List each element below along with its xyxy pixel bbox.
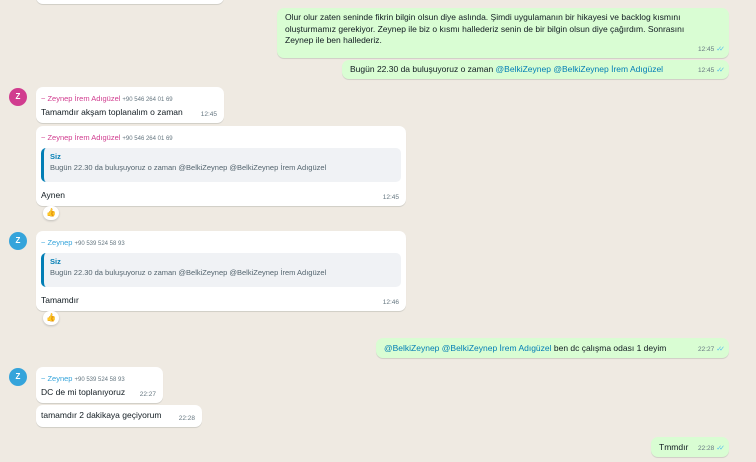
- message-time: 12:46: [382, 298, 399, 306]
- message-text: Tamamdır: [41, 295, 79, 305]
- message-text-line: oluşturmamız gerekiyor. Zeynep ile biz o…: [285, 23, 685, 34]
- message-text: Tmmdır: [659, 442, 689, 452]
- message-time: 22:28: [178, 414, 195, 422]
- message-meta: 12:45 ✓✓: [697, 44, 725, 56]
- message-meta: 12:45 ✓✓: [697, 65, 725, 77]
- double-check-read-icon: ✓✓: [716, 66, 725, 74]
- quoted-text: Bugün 22.30 da buluşuyoruz o zaman @Belk…: [50, 163, 327, 172]
- message-bubble-partial: [36, 0, 224, 4]
- mention-link[interactable]: @BelkiZeynep İrem Adıgüzel: [442, 343, 552, 353]
- double-check-read-icon: ✓✓: [716, 444, 725, 452]
- sender-phone: +90 546 264 01 69: [122, 97, 173, 103]
- sender-phone: +90 546 264 01 69: [122, 136, 173, 142]
- sender-name: ~ Zeynep: [41, 374, 73, 383]
- message-bubble-outgoing[interactable]: Tmmdır 22:28 ✓✓: [651, 437, 729, 457]
- quoted-message[interactable]: Siz Bugün 22.30 da buluşuyoruz o zaman @…: [41, 148, 401, 182]
- message-time: 22:27: [697, 345, 715, 353]
- message-time: 22:27: [139, 390, 156, 398]
- message-bubble-incoming[interactable]: ~ Zeynep İrem Adıgüzel +90 546 264 01 69 …: [36, 126, 406, 206]
- avatar[interactable]: Z: [9, 232, 27, 250]
- message-bubble-incoming[interactable]: ~ Zeynep İrem Adıgüzel +90 546 264 01 69 …: [36, 87, 224, 123]
- message-bubble-incoming[interactable]: ~ Zeynep +90 539 524 58 93 Siz Bugün 22.3…: [36, 231, 406, 311]
- reaction-badge[interactable]: 👍: [43, 206, 59, 220]
- message-text-line: Olur olur zaten seninde fikrin bilgin ol…: [285, 12, 681, 22]
- message-time: 22:28: [697, 444, 715, 452]
- sender-name: ~ Zeynep İrem Adıgüzel: [41, 133, 121, 142]
- message-bubble-incoming[interactable]: tamamdır 2 dakikaya geçiyorum 22:28: [36, 405, 202, 427]
- message-sender[interactable]: ~ Zeynep +90 539 524 58 93: [41, 237, 125, 251]
- message-text-part: ben dc çalışma odası 1 deyim: [551, 343, 667, 353]
- message-meta: 22:27 ✓✓: [697, 344, 725, 356]
- double-check-read-icon: ✓✓: [716, 45, 725, 53]
- message-text-part: Bugün 22.30 da buluşuyoruz o zaman: [350, 64, 496, 74]
- message-time: 12:45: [200, 110, 217, 118]
- message-sender[interactable]: ~ Zeynep +90 539 524 58 93: [41, 373, 125, 387]
- message-bubble-outgoing[interactable]: Bugün 22.30 da buluşuyoruz o zaman @Belk…: [342, 60, 729, 79]
- quoted-author: Siz: [50, 257, 61, 266]
- message-bubble-outgoing[interactable]: @BelkiZeynep @BelkiZeynep İrem Adıgüzel …: [376, 338, 729, 358]
- avatar[interactable]: Z: [9, 368, 27, 386]
- message-text: tamamdır 2 dakikaya geçiyorum: [41, 410, 162, 420]
- chat-message-list[interactable]: Olur olur zaten seninde fikrin bilgin ol…: [0, 0, 756, 462]
- quoted-author: Siz: [50, 152, 61, 161]
- message-text: @BelkiZeynep @BelkiZeynep İrem Adıgüzel …: [384, 343, 666, 355]
- message-time: 12:45: [697, 45, 715, 53]
- message-bubble-incoming[interactable]: ~ Zeynep +90 539 524 58 93 DC de mi topla…: [36, 367, 163, 403]
- message-time: 12:45: [697, 66, 715, 74]
- avatar[interactable]: Z: [9, 88, 27, 106]
- sender-name: ~ Zeynep: [41, 238, 73, 247]
- message-sender[interactable]: ~ Zeynep İrem Adıgüzel +90 546 264 01 69: [41, 132, 173, 146]
- double-check-read-icon: ✓✓: [716, 345, 725, 353]
- mention-link[interactable]: @BelkiZeynep: [496, 64, 551, 74]
- message-bubble-outgoing[interactable]: Olur olur zaten seninde fikrin bilgin ol…: [277, 8, 729, 58]
- message-text: Tamamdır akşam toplanalım o zaman: [41, 107, 183, 117]
- sender-phone: +90 539 524 58 93: [74, 241, 125, 247]
- mention-link[interactable]: @BelkiZeynep: [384, 343, 439, 353]
- quoted-message[interactable]: Siz Bugün 22.30 da buluşuyoruz o zaman @…: [41, 253, 401, 287]
- sender-phone: +90 539 524 58 93: [74, 377, 125, 383]
- message-text: Aynen: [41, 190, 65, 200]
- message-sender[interactable]: ~ Zeynep İrem Adıgüzel +90 546 264 01 69: [41, 93, 173, 107]
- message-text: DC de mi toplanıyoruz: [41, 387, 126, 397]
- quoted-text: Bugün 22.30 da buluşuyoruz o zaman @Belk…: [50, 268, 327, 277]
- message-meta: 22:28 ✓✓: [697, 443, 725, 455]
- message-text: Bugün 22.30 da buluşuyoruz o zaman @Belk…: [350, 64, 663, 76]
- message-text-line: Zeynep ile ben hallederiz.: [285, 35, 382, 45]
- message-time: 12:45: [382, 193, 399, 201]
- reaction-badge[interactable]: 👍: [43, 311, 59, 325]
- sender-name: ~ Zeynep İrem Adıgüzel: [41, 94, 121, 103]
- mention-link[interactable]: @BelkiZeynep İrem Adıgüzel: [553, 64, 663, 74]
